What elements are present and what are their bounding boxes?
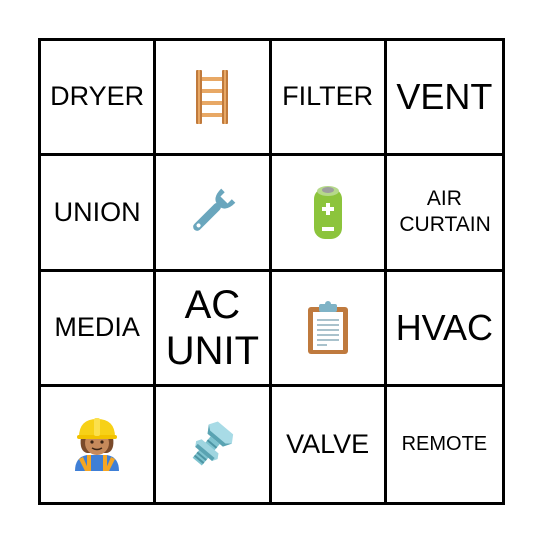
cell-label: AIR CURTAIN (399, 187, 491, 237)
cell-label: FILTER (282, 81, 374, 112)
bingo-board: DRYER FILTER VENT UNION AIR CURTAIN MEDI… (38, 38, 505, 505)
cell-hvac[interactable]: HVAC (386, 272, 502, 387)
cell-worker[interactable] (41, 386, 157, 502)
cell-remote[interactable]: REMOTE (387, 387, 502, 502)
cell-vent[interactable]: VENT (386, 41, 502, 157)
cell-label: VENT (396, 76, 493, 118)
cell-nut-bolt[interactable] (156, 386, 272, 502)
cell-label: HVAC (395, 306, 494, 348)
cell-label: REMOTE (401, 433, 488, 456)
nut-and-bolt-icon (185, 417, 239, 471)
cell-battery[interactable] (271, 156, 387, 272)
clipboard-icon (306, 300, 350, 355)
construction-worker-icon (73, 417, 121, 472)
cell-media[interactable]: MEDIA (41, 271, 157, 387)
cell-label: AC UNIT (165, 282, 260, 373)
wrench-icon (185, 185, 239, 239)
cell-valve[interactable]: VALVE (272, 386, 387, 502)
cell-clipboard[interactable] (271, 271, 387, 387)
cell-wrench[interactable] (156, 156, 272, 272)
ladder-icon (194, 70, 230, 125)
cell-ac-unit[interactable]: AC UNIT (156, 271, 272, 387)
cell-union[interactable]: UNION (41, 156, 157, 272)
cell-label: UNION (53, 196, 141, 227)
cell-label: MEDIA (54, 311, 140, 342)
cell-ladder[interactable] (156, 41, 272, 157)
cell-label: VALVE (286, 428, 370, 459)
battery-icon (313, 184, 343, 240)
cell-air-curtain[interactable]: AIR CURTAIN (386, 156, 502, 272)
cell-label: DRYER (50, 81, 145, 112)
cell-dryer[interactable]: DRYER (41, 41, 157, 157)
cell-filter[interactable]: FILTER (271, 41, 387, 157)
